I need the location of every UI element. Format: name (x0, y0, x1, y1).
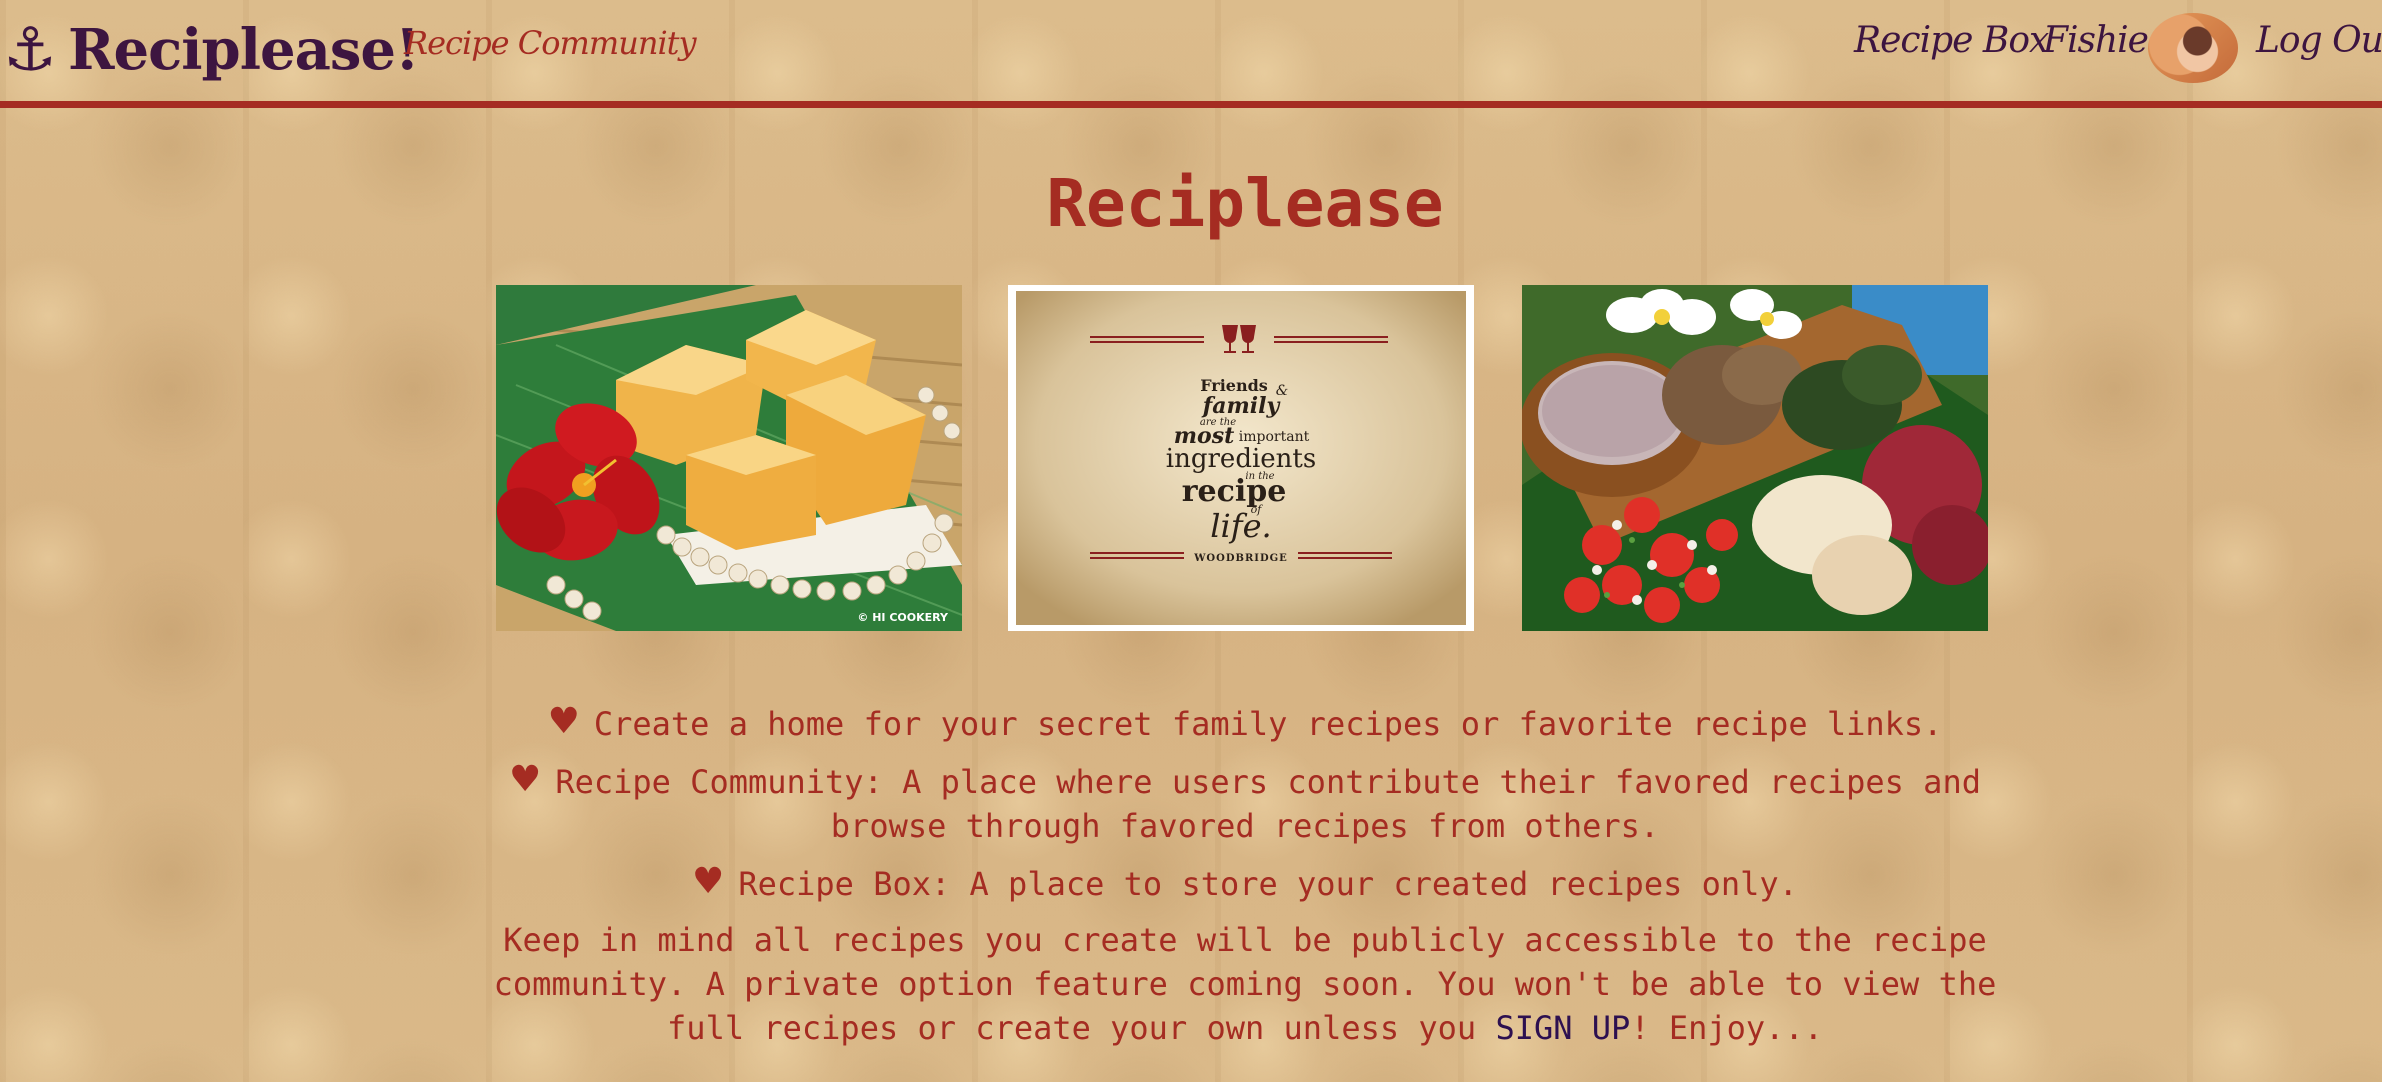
svg-text:family: family (1201, 393, 1282, 419)
heart-icon: ♥ (509, 759, 542, 800)
notice-after: ! Enjoy... (1630, 1009, 1823, 1047)
food-image-hawaiian-plate (1522, 285, 1988, 631)
features-section: ♥ Create a home for your secret family re… (480, 700, 2010, 1062)
feature-text: Recipe Community: A place where users co… (555, 763, 1981, 845)
feature-text: Create a home for your secret family rec… (593, 705, 1943, 743)
anchor-icon: ⚓ (3, 15, 57, 85)
page-title: Reciplease (1046, 165, 1444, 242)
svg-text:important: important (1239, 429, 1310, 445)
logout-link[interactable]: Log Out (2256, 20, 2382, 61)
food-image-butter-mochi: © HI COOKERY (496, 285, 962, 631)
svg-text:recipe: recipe (1182, 474, 1287, 509)
nav-link-user-profile[interactable]: Fishie (2043, 20, 2149, 61)
navbar: ⚓ Reciplease! Recipe Community Recipe Bo… (0, 0, 2382, 108)
quote-poster-image: Friends & family are the most important … (1008, 285, 1474, 631)
nav-link-recipe-community[interactable]: Recipe Community (404, 24, 697, 62)
heart-icon: ♥ (692, 861, 725, 902)
feature-text: Recipe Box: A place to store your create… (738, 865, 1798, 903)
heart-icon: ♥ (547, 701, 580, 742)
brand-home-link[interactable]: ⚓ Reciplease! (0, 15, 420, 85)
notice-text: Keep in mind all recipes you create will… (480, 918, 2010, 1050)
image-caption: © HI COOKERY (857, 611, 949, 624)
nav-link-recipe-box[interactable]: Recipe Box (1854, 20, 2049, 61)
avatar[interactable] (2148, 13, 2238, 83)
feature-item: ♥ Recipe Box: A place to store your creat… (480, 860, 2010, 906)
feature-item: ♥ Recipe Community: A place where users c… (480, 758, 2010, 848)
svg-text:WOODBRIDGE: WOODBRIDGE (1193, 553, 1288, 564)
brand-name: Reciplease! (68, 17, 420, 83)
svg-text:ingredients: ingredients (1166, 444, 1316, 474)
svg-text:life.: life. (1210, 507, 1271, 545)
feature-item: ♥ Create a home for your secret family re… (480, 700, 2010, 746)
signup-link[interactable]: SIGN UP (1495, 1009, 1630, 1047)
